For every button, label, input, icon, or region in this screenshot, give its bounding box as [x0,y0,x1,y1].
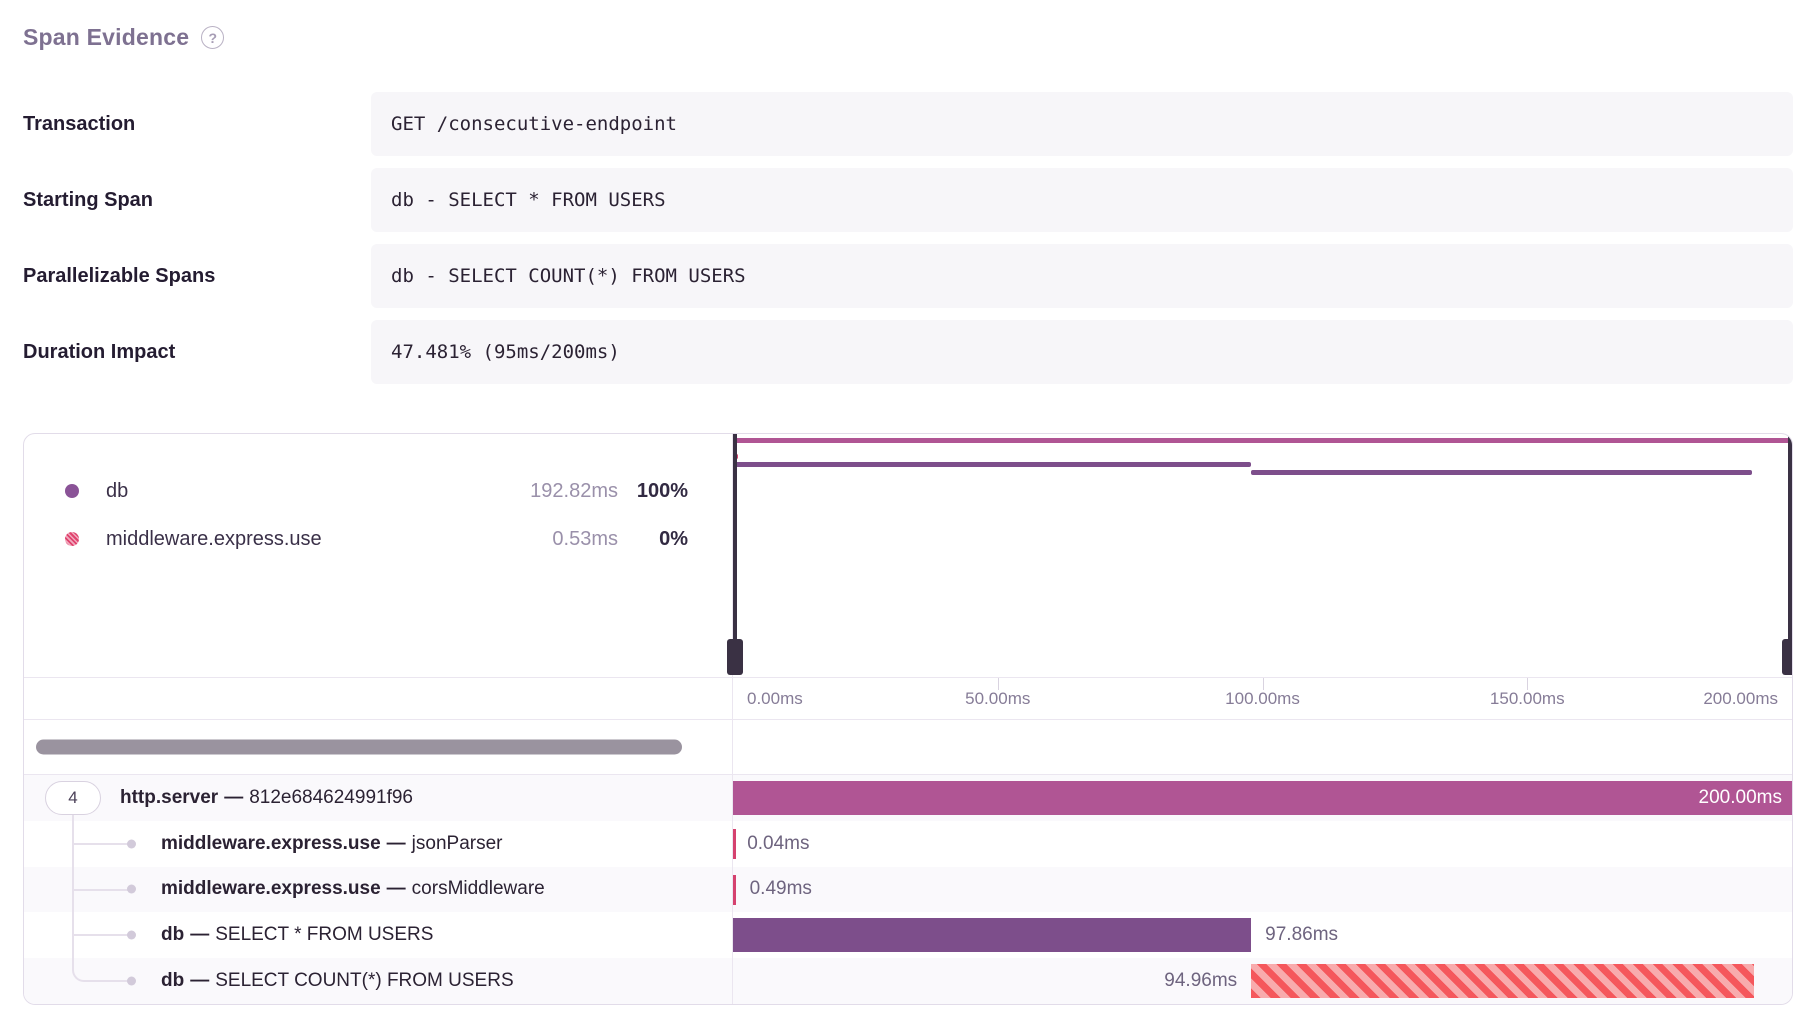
page-title: Span Evidence [23,24,189,51]
scrollbar-section [24,719,1792,775]
minimap-span-lines [735,434,1790,677]
span-duration-label: 97.86ms [1251,924,1338,946]
axis-label: 200.00ms [1703,689,1778,709]
span-title: middleware.express.use — jsonParser [161,833,503,855]
tree-node-dot-icon [127,839,136,848]
span-row-http-server[interactable]: 4 http.server — 812e684624991f96 200.00ms [24,775,1792,821]
span-bar-track: 200.00ms [733,775,1792,821]
legend-dot-icon [65,484,79,498]
span-op: db [161,924,184,945]
span-waterfall-card: db 192.82ms 100% middleware.express.use … [23,433,1793,1005]
time-axis-section: 0.00ms 50.00ms 100.00ms 150.00ms 200.00m… [24,677,1792,719]
span-bar-track: 0.04ms [733,821,1792,867]
span-title: db — SELECT * FROM USERS [161,924,433,946]
axis-label: 0.00ms [747,689,803,709]
span-bar[interactable]: 200.00ms [733,781,1792,815]
minimap-left-handle[interactable] [733,434,737,675]
minimap-section: db 192.82ms 100% middleware.express.use … [24,434,1792,677]
legend-dot-icon [65,532,79,546]
span-count-pill[interactable]: 4 [45,781,101,815]
field-value: 47.481% (95ms/200ms) [371,320,1793,384]
span-row-db-select-count[interactable]: db — SELECT COUNT(*) FROM USERS 94.96ms [24,958,1792,1004]
tree-node-dot-icon [127,931,136,940]
minimap-span-line [735,438,1790,443]
span-row-corsmiddleware[interactable]: middleware.express.use — corsMiddleware 0.… [24,867,1792,913]
separator: — [387,833,406,854]
axis-left-spacer [24,678,733,719]
legend-percent: 0% [618,528,688,551]
legend-duration: 0.53ms [478,528,618,551]
separator: — [224,787,243,808]
span-description: jsonParser [412,833,503,854]
separator: — [387,878,406,899]
tree-connector [72,843,130,845]
tree-scrollbar-track [24,720,733,774]
drag-grip-icon[interactable] [1782,639,1793,675]
span-description: SELECT * FROM USERS [215,924,433,945]
span-row-db-select[interactable]: db — SELECT * FROM USERS 97.86ms [24,912,1792,958]
axis-label: 150.00ms [1490,689,1565,709]
span-op: http.server [120,787,218,808]
span-duration-label: 0.04ms [733,833,809,855]
panel-header: Span Evidence ? [23,24,224,51]
span-title: db — SELECT COUNT(*) FROM USERS [161,970,514,992]
tree-connector [72,889,130,891]
axis-label: 100.00ms [1225,689,1300,709]
span-bar-track: 0.49ms [733,867,1792,913]
span-description: SELECT COUNT(*) FROM USERS [215,970,513,991]
span-description: 812e684624991f96 [249,787,413,808]
minimap-span-line [1251,470,1752,475]
legend-percent: 100% [618,480,688,503]
field-label: Duration Impact [23,320,371,384]
span-title: middleware.express.use — corsMiddleware [161,878,545,900]
minimap-right-handle[interactable] [1788,434,1792,675]
tree-node-dot-icon [127,885,136,894]
span-op: middleware.express.use [161,833,381,854]
legend-duration: 192.82ms [478,480,618,503]
scrollbar-right-spacer [733,720,1792,774]
span-duration-label: 200.00ms [1699,781,1782,815]
field-label: Parallelizable Spans [23,244,371,308]
axis-label: 50.00ms [965,689,1030,709]
span-op: middleware.express.use [161,878,381,899]
legend-panel: db 192.82ms 100% middleware.express.use … [24,434,733,677]
span-bar[interactable] [1251,964,1754,998]
evidence-fields: Transaction GET /consecutive-endpoint St… [23,92,1793,396]
legend-item-middleware[interactable]: middleware.express.use 0.53ms 0% [24,515,732,563]
field-row-parallelizable-spans: Parallelizable Spans db - SELECT COUNT(*… [23,244,1793,308]
span-bar[interactable] [733,918,1251,952]
span-duration-label: 0.49ms [736,878,812,900]
span-title: http.server — 812e684624991f96 [120,787,413,809]
span-duration-label: 94.96ms [1164,970,1251,992]
help-icon[interactable]: ? [201,26,224,49]
minimap[interactable] [733,434,1792,677]
tree-connector [72,934,130,936]
field-value: db - SELECT COUNT(*) FROM USERS [371,244,1793,308]
field-row-transaction: Transaction GET /consecutive-endpoint [23,92,1793,156]
tree-connector [72,958,132,982]
span-row-jsonparser[interactable]: middleware.express.use — jsonParser 0.04ms [24,821,1792,867]
span-evidence-panel: Span Evidence ? Transaction GET /consecu… [0,0,1820,1020]
minimap-span-line [735,462,1251,467]
span-op: db [161,970,184,991]
scrollbar-thumb[interactable] [36,739,682,754]
separator: — [190,924,209,945]
field-row-starting-span: Starting Span db - SELECT * FROM USERS [23,168,1793,232]
span-bar-track: 94.96ms [733,958,1792,1004]
legend-name: db [106,480,478,503]
field-label: Transaction [23,92,371,156]
separator: — [190,970,209,991]
field-row-duration-impact: Duration Impact 47.481% (95ms/200ms) [23,320,1793,384]
tree-node-dot-icon [127,977,136,986]
legend-item-db[interactable]: db 192.82ms 100% [24,467,732,515]
field-value: db - SELECT * FROM USERS [371,168,1793,232]
span-bar-track: 97.86ms [733,912,1792,958]
drag-grip-icon[interactable] [727,639,743,675]
field-label: Starting Span [23,168,371,232]
span-description: corsMiddleware [412,878,545,899]
legend-name: middleware.express.use [106,528,478,551]
time-axis: 0.00ms 50.00ms 100.00ms 150.00ms 200.00m… [733,678,1792,719]
field-value: GET /consecutive-endpoint [371,92,1793,156]
